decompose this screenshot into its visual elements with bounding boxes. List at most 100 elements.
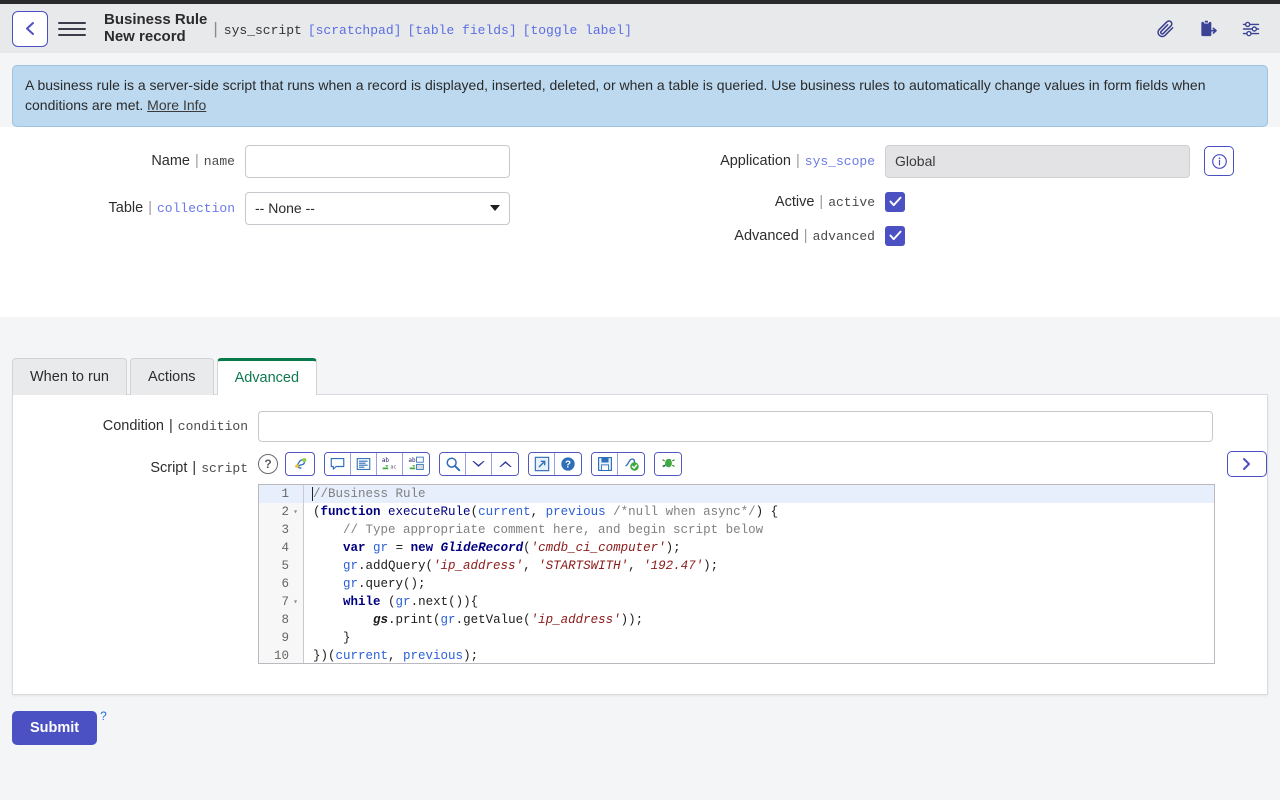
personalize-form-icon[interactable] [1240,19,1262,39]
code-line[interactable]: 4 var gr = new GlideRecord('cmdb_ci_comp… [259,538,1214,557]
format-code-icon[interactable] [351,452,377,475]
info-circle-icon [1211,153,1227,169]
form-footer: Submit ? [0,695,1280,745]
label-sep: | [796,153,800,170]
submit-help-link[interactable]: ? [100,709,107,723]
svg-text:ab: ab [408,457,416,464]
header-action-icons [1156,19,1268,39]
info-banner: A business rule is a server-side script … [12,65,1268,127]
advanced-tab-panel: Condition | condition Script | script ? [12,393,1268,695]
code-line-text: //Business Rule [312,486,426,501]
record-form-top: Name | name Table | collection -- None -… [0,126,1280,317]
code-line[interactable]: 5 gr.addQuery('ip_address', 'STARTSWITH'… [259,556,1214,575]
label-sep: | [169,417,173,434]
application-info-button[interactable] [1204,146,1234,177]
tab-advanced[interactable]: Advanced [216,357,318,395]
syntax-editor-icon[interactable] [285,451,315,476]
field-key-name: name [203,154,235,170]
find-next-icon[interactable] [466,452,492,475]
code-line[interactable]: 6 gr.query(); [259,574,1214,593]
application-input[interactable] [885,144,1190,178]
back-button[interactable] [12,10,48,47]
field-row-condition: Condition | condition [13,410,1267,442]
toggle-label-link[interactable]: [toggle label] [523,23,632,38]
search-icon[interactable] [440,452,466,475]
comment-icon[interactable] [325,452,351,475]
help-icon[interactable]: ? [555,452,581,475]
label-table: Table | collection [0,200,245,216]
line-number: 6 [259,574,304,593]
table-fields-link[interactable]: [table fields] [407,23,516,38]
find-previous-icon[interactable] [492,452,518,475]
name-input[interactable] [245,144,510,178]
code-line-text: gr.addQuery('ip_address', 'STARTSWITH', … [343,558,719,573]
code-line[interactable]: 2 ▾ (function executeRule(current, previou… [259,502,1214,521]
line-number: 4 [259,538,304,557]
code-line[interactable]: 9 } [259,628,1214,647]
submit-button[interactable]: Submit [12,710,98,745]
code-line[interactable]: 10})(current, previous); [259,646,1214,663]
label-advanced: Advanced | advanced [640,228,885,244]
record-title-block: Business Rule New record | sys_script [s… [104,11,632,46]
tab-actions[interactable]: Actions [130,357,214,395]
script-editor-toolbar: ? ab ac ab ? [258,450,1267,478]
syntax-check-icon[interactable] [618,452,644,475]
fullscreen-icon[interactable] [529,452,555,475]
label-condition: Condition | condition [13,411,258,434]
label-sep: | [819,193,824,210]
line-number: 7 ▾ [259,592,304,611]
code-line[interactable]: 7 ▾ while (gr.next()){ [259,592,1214,611]
hamburger-menu-icon[interactable] [58,14,86,44]
table-select[interactable]: -- None -- [245,191,510,225]
expand-editor-button[interactable] [1227,450,1267,477]
replace-icon[interactable]: ab ac [377,452,403,475]
record-subtitle: New record [104,27,186,45]
template-icon[interactable] [1198,19,1218,39]
attachment-icon[interactable] [1156,19,1176,39]
title-separator: | [213,18,218,38]
field-row-table: Table | collection -- None -- [0,191,640,225]
field-key-active: active [828,194,875,210]
check-icon [888,196,902,207]
tab-label: When to run [30,368,109,385]
check-icon [888,230,902,241]
advanced-checkbox[interactable] [885,225,905,246]
field-key-advanced: advanced [812,228,875,244]
script-code-editor[interactable]: 1 //Business Rule 2 ▾ (function executeRule(… [258,483,1215,664]
label-table-text: Table [108,200,144,217]
field-row-advanced: Advanced | advanced [640,225,1280,246]
condition-input[interactable] [258,410,1213,442]
question-circle-icon[interactable]: ? [258,453,278,474]
code-fold-icon[interactable]: ▾ [292,597,299,607]
toolbar-group-view: ? [528,451,582,476]
field-row-application: Application | sys_scope [640,144,1280,178]
line-number: 9 [259,628,304,647]
code-line-text: gs.print(gr.getValue('ip_address')); [373,612,644,627]
field-row-active: Active | active [640,191,1280,212]
replace-all-icon[interactable]: ab [403,452,429,475]
toolbar-group-debug [654,451,682,476]
tab-when-to-run[interactable]: When to run [12,357,127,395]
code-line[interactable]: 8 gs.print(gr.getValue('ip_address')); [259,610,1214,629]
code-fold-icon[interactable]: ▾ [292,507,299,517]
toolbar-group-search [439,451,519,476]
line-number: 10 [259,646,304,663]
debug-icon[interactable] [655,452,681,475]
label-sep: | [803,227,808,244]
label-script: Script | script [13,450,258,476]
code-line-text: } [313,630,351,645]
more-info-link[interactable]: More Info [147,97,206,113]
active-checkbox[interactable] [885,191,905,212]
save-icon[interactable] [592,452,618,475]
field-key-script: script [201,460,248,476]
tab-label: Actions [148,368,196,385]
code-line[interactable]: 1 //Business Rule [259,484,1214,503]
scratchpad-link[interactable]: [scratchpad] [308,23,402,38]
code-line-text: var gr = new GlideRecord('cmdb_ci_comput… [343,540,681,555]
code-line-text: while (gr.next()){ [343,594,479,609]
chevron-left-icon [25,22,34,35]
code-line-text: gr.query(); [343,576,426,591]
code-line[interactable]: 3 // Type appropriate comment here, and … [259,520,1214,539]
label-name-text: Name [151,153,190,170]
label-condition-text: Condition [102,417,164,434]
